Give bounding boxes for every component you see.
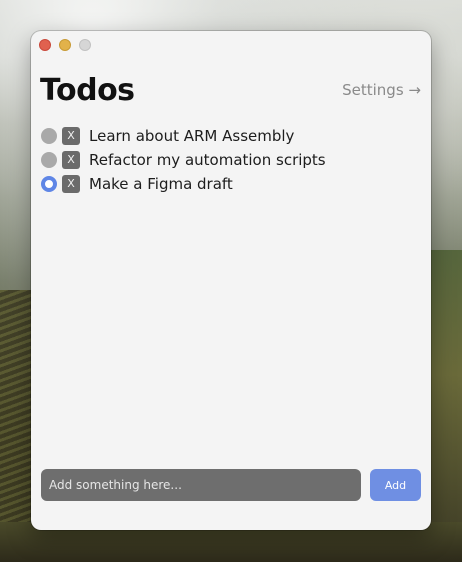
delete-todo-button[interactable]: X xyxy=(62,175,80,193)
todo-text: Refactor my automation scripts xyxy=(89,151,326,169)
zoom-window-button[interactable] xyxy=(79,39,91,51)
window-controls xyxy=(39,39,91,51)
todo-complete-radio[interactable] xyxy=(41,128,57,144)
add-button[interactable]: Add xyxy=(370,469,421,501)
minimize-window-button[interactable] xyxy=(59,39,71,51)
settings-link[interactable]: Settings → xyxy=(342,81,421,99)
app-window: Todos Settings → X Learn about ARM Assem… xyxy=(31,31,431,530)
todo-text: Learn about ARM Assembly xyxy=(89,127,295,145)
todo-item: X Make a Figma draft xyxy=(41,172,326,196)
todo-complete-radio-checked[interactable] xyxy=(41,176,57,192)
new-todo-input[interactable] xyxy=(41,469,361,501)
todo-complete-radio[interactable] xyxy=(41,152,57,168)
todo-item: X Refactor my automation scripts xyxy=(41,148,326,172)
add-todo-form: Add xyxy=(41,469,421,501)
close-window-button[interactable] xyxy=(39,39,51,51)
todo-item: X Learn about ARM Assembly xyxy=(41,124,326,148)
page-title: Todos xyxy=(40,73,135,108)
delete-todo-button[interactable]: X xyxy=(62,151,80,169)
todo-list: X Learn about ARM Assembly X Refactor my… xyxy=(41,124,326,196)
todo-text: Make a Figma draft xyxy=(89,175,233,193)
delete-todo-button[interactable]: X xyxy=(62,127,80,145)
